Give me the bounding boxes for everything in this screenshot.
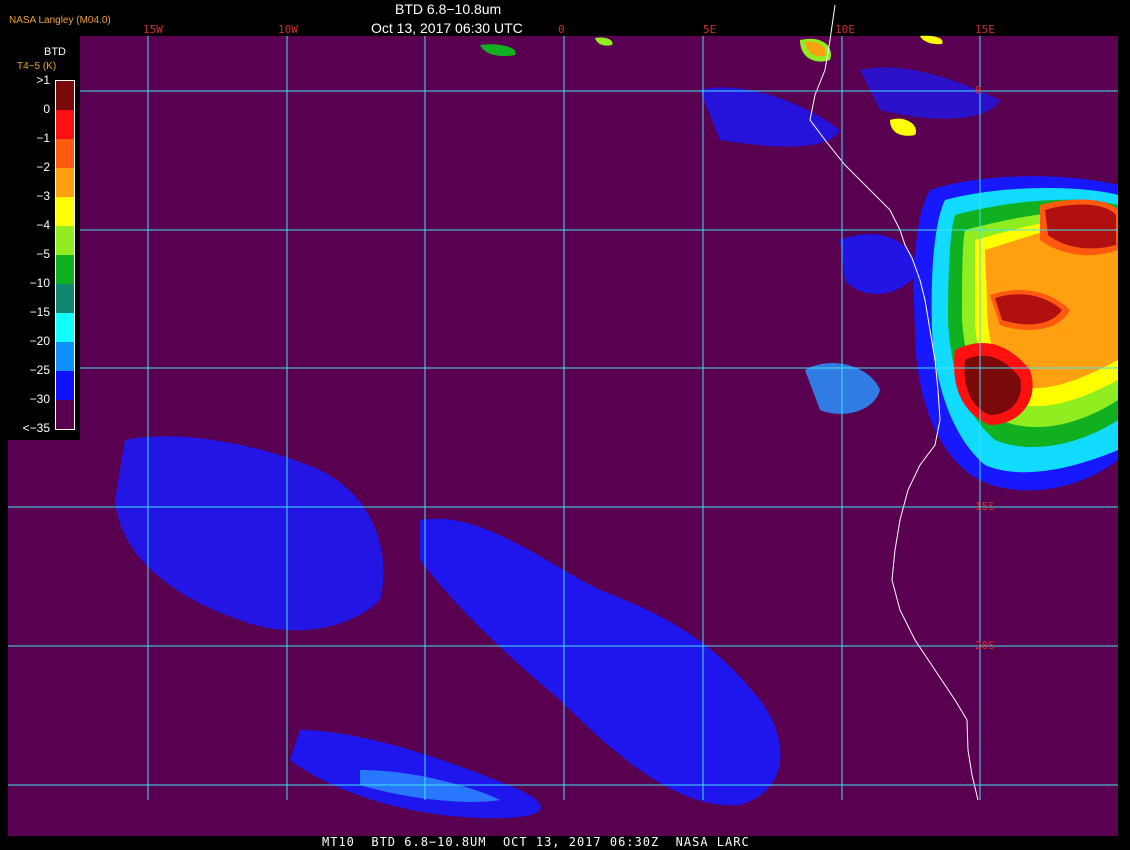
legend-swatch bbox=[56, 226, 74, 255]
legend-tick-label: −5 bbox=[36, 247, 50, 261]
image-title: BTD 6.8−10.8um bbox=[395, 1, 502, 17]
legend-title: BTD bbox=[44, 46, 66, 58]
legend-tick-label: −1 bbox=[36, 131, 50, 145]
legend-tick-label: −10 bbox=[29, 276, 50, 290]
lat-label-15s: 15S bbox=[975, 500, 995, 513]
legend-swatch bbox=[56, 139, 74, 168]
lat-label-0: 0 bbox=[975, 84, 982, 97]
footer-caption: MT10 BTD 6.8−10.8UM OCT 13, 2017 06:30Z … bbox=[322, 835, 750, 849]
legend-units: T4−5 (K) bbox=[17, 61, 57, 72]
legend-tick-label: >1 bbox=[36, 73, 50, 87]
lon-label-10w: 10W bbox=[278, 23, 298, 36]
legend-swatch bbox=[56, 371, 74, 400]
legend-swatch bbox=[56, 110, 74, 139]
legend-tick-label: 0 bbox=[43, 102, 50, 116]
legend-swatch bbox=[56, 400, 74, 429]
legend-swatch bbox=[56, 313, 74, 342]
legend-tick-label: −25 bbox=[29, 363, 50, 377]
convective-cloud-system bbox=[913, 176, 1118, 491]
legend-tick-label: <−35 bbox=[22, 421, 50, 435]
satellite-image-viewer: BTD 6.8−10.8um Oct 13, 2017 06:30 UTC NA… bbox=[0, 0, 1130, 850]
lon-label-15w: 15W bbox=[143, 23, 163, 36]
legend-swatch bbox=[56, 255, 74, 284]
lat-label-20s: 20S bbox=[975, 639, 995, 652]
lon-label-5e: 5E bbox=[703, 23, 717, 36]
lon-label-0: 0 bbox=[558, 23, 565, 36]
legend-tick-label: −15 bbox=[29, 305, 50, 319]
legend-tick-label: −4 bbox=[36, 218, 50, 232]
lon-label-15e: 15E bbox=[975, 23, 995, 36]
image-timestamp: Oct 13, 2017 06:30 UTC bbox=[371, 20, 523, 36]
color-legend: BTD T4−5 (K) >1 0 −1 −2 −3 −4 −5 −10 −15 −20 −25 −3… bbox=[8, 36, 80, 440]
btd-map bbox=[8, 4, 1118, 836]
lon-label-10e: 10E bbox=[835, 23, 855, 36]
legend-tick-label: −20 bbox=[29, 334, 50, 348]
legend-tick-label: −3 bbox=[36, 189, 50, 203]
legend-colorbar bbox=[55, 80, 75, 430]
legend-swatch bbox=[56, 81, 74, 110]
legend-swatch bbox=[56, 197, 74, 226]
legend-tick-label: −30 bbox=[29, 392, 50, 406]
legend-swatch bbox=[56, 342, 74, 371]
legend-swatch bbox=[56, 284, 74, 313]
legend-tick-label: −2 bbox=[36, 160, 50, 174]
legend-swatch bbox=[56, 168, 74, 197]
source-label: NASA Langley (M04.0) bbox=[9, 15, 111, 26]
